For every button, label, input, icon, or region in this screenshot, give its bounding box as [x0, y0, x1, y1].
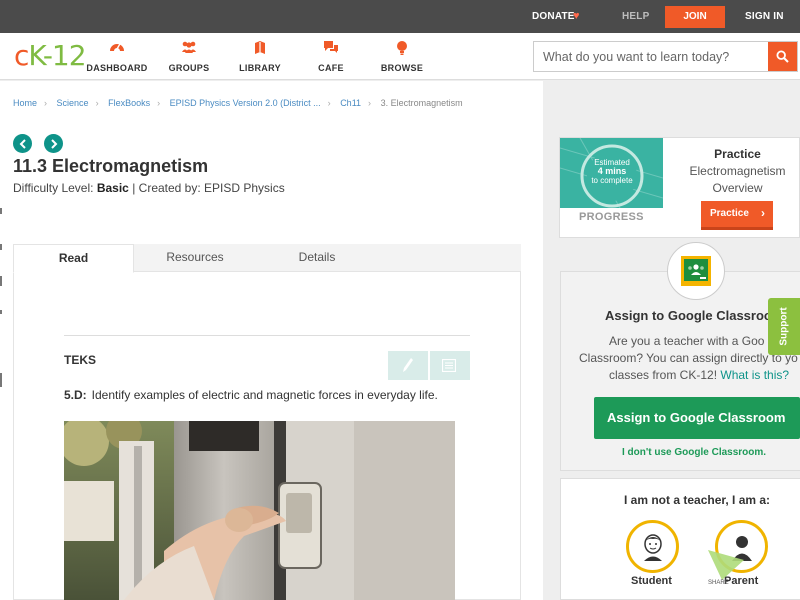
practice-subtitle-2: Overview [712, 181, 763, 195]
nav-groups[interactable]: GROUPS [154, 40, 224, 73]
difficulty-value: Basic [96, 181, 129, 195]
progress-label: PROGRESS [579, 211, 644, 223]
student-role-button[interactable] [626, 520, 679, 573]
search-input[interactable] [534, 42, 769, 71]
nav-browse[interactable]: BROWSE [367, 40, 437, 73]
nav-library[interactable]: LIBRARY [225, 40, 295, 73]
standard-line: 5.D: Identify examples of electric and ma… [64, 388, 438, 402]
share-icon [708, 550, 744, 580]
breadcrumb-home[interactable]: Home [13, 98, 37, 108]
practice-subtitle: Electromagnetism [689, 164, 786, 178]
standard-code: 5.D: [64, 388, 87, 402]
edge-mark [0, 373, 2, 387]
student-label: Student [631, 575, 672, 587]
what-is-this-link[interactable]: What is this? [720, 368, 789, 382]
practice-thumbnail[interactable]: Estimated 4 mins to complete [560, 138, 663, 208]
support-label: Support [778, 307, 790, 346]
donate-link[interactable]: DONATE [532, 11, 575, 22]
google-classroom-icon [681, 256, 711, 286]
search-bar [533, 41, 798, 72]
dashboard-icon [82, 40, 152, 56]
chevron-right-icon: › [761, 206, 765, 220]
role-heading: I am not a teacher, I am a: [624, 493, 771, 507]
practice-button[interactable]: Practice › [701, 201, 773, 230]
highlighter-icon[interactable] [402, 357, 414, 378]
tab-resources[interactable]: Resources [134, 244, 256, 273]
edge-mark [0, 276, 2, 286]
breadcrumb-book[interactable]: EPISD Physics Version 2.0 (District ... [170, 98, 321, 108]
breadcrumb-current: 3. Electromagnetism [380, 98, 463, 108]
edge-mark [0, 244, 2, 250]
breadcrumb-chapter[interactable]: Ch11 [340, 98, 361, 108]
edge-mark [0, 208, 2, 214]
chevron-right-icon [50, 138, 57, 149]
chevron-left-icon [19, 138, 26, 149]
tab-read[interactable]: Read [13, 244, 134, 273]
join-button[interactable]: JOIN [665, 6, 725, 28]
nav-cafe[interactable]: CAFE [296, 40, 366, 73]
estimate-text: Estimated 4 mins to complete [591, 158, 633, 185]
search-icon [776, 50, 789, 63]
main-nav: cK-12 DASHBOARD GROUPS LIBRARY CAFE BROW… [0, 33, 800, 80]
divider [64, 335, 470, 336]
page-title: 11.3 Electromagnetism [13, 156, 209, 176]
gc-description-2: Classroom? You can assign directly to yo [579, 351, 798, 365]
library-icon [225, 40, 295, 56]
breadcrumb-flexbooks[interactable]: FlexBooks [108, 98, 150, 108]
nav-dashboard[interactable]: DASHBOARD [82, 40, 152, 73]
gc-description-1: Are you a teacher with a Goo [609, 334, 765, 348]
top-bar: DONATE ♥ HELP JOIN SIGN IN [0, 0, 800, 33]
tab-details[interactable]: Details [256, 244, 378, 273]
toolbar-divider [428, 351, 430, 380]
doorbell-photo [64, 421, 455, 600]
next-lesson-button[interactable] [44, 134, 63, 153]
help-link[interactable]: HELP [622, 11, 649, 22]
google-classroom-logo [667, 242, 725, 300]
dont-use-classroom-link[interactable]: I don't use Google Classroom. [622, 447, 766, 458]
edge-mark [0, 310, 2, 314]
gc-title: Assign to Google Classroo [605, 308, 772, 323]
standard-text: Identify examples of electric and magnet… [91, 388, 438, 402]
assign-google-classroom-button[interactable]: Assign to Google Classroom [594, 397, 800, 439]
gc-description-3: classes from CK-12! What is this? [609, 368, 790, 382]
practice-heading: Practice [714, 147, 761, 161]
browse-icon [367, 40, 437, 56]
groups-icon [154, 40, 224, 56]
search-button[interactable] [768, 42, 797, 71]
difficulty-line: Difficulty Level: Basic | Created by: EP… [13, 181, 285, 195]
breadcrumb-science[interactable]: Science [57, 98, 89, 108]
heart-icon: ♥ [573, 10, 580, 22]
sign-in-link[interactable]: SIGN IN [745, 11, 784, 22]
ck12-logo[interactable]: cK-12 [14, 42, 87, 70]
share-label: SHARE [708, 580, 729, 586]
breadcrumb: Home › Science › FlexBooks › EPISD Physics … [13, 98, 463, 108]
cafe-icon [296, 40, 366, 56]
teks-heading: TEKS [64, 353, 97, 367]
previous-lesson-button[interactable] [13, 134, 32, 153]
notes-icon[interactable] [441, 358, 457, 377]
student-icon [643, 533, 662, 561]
